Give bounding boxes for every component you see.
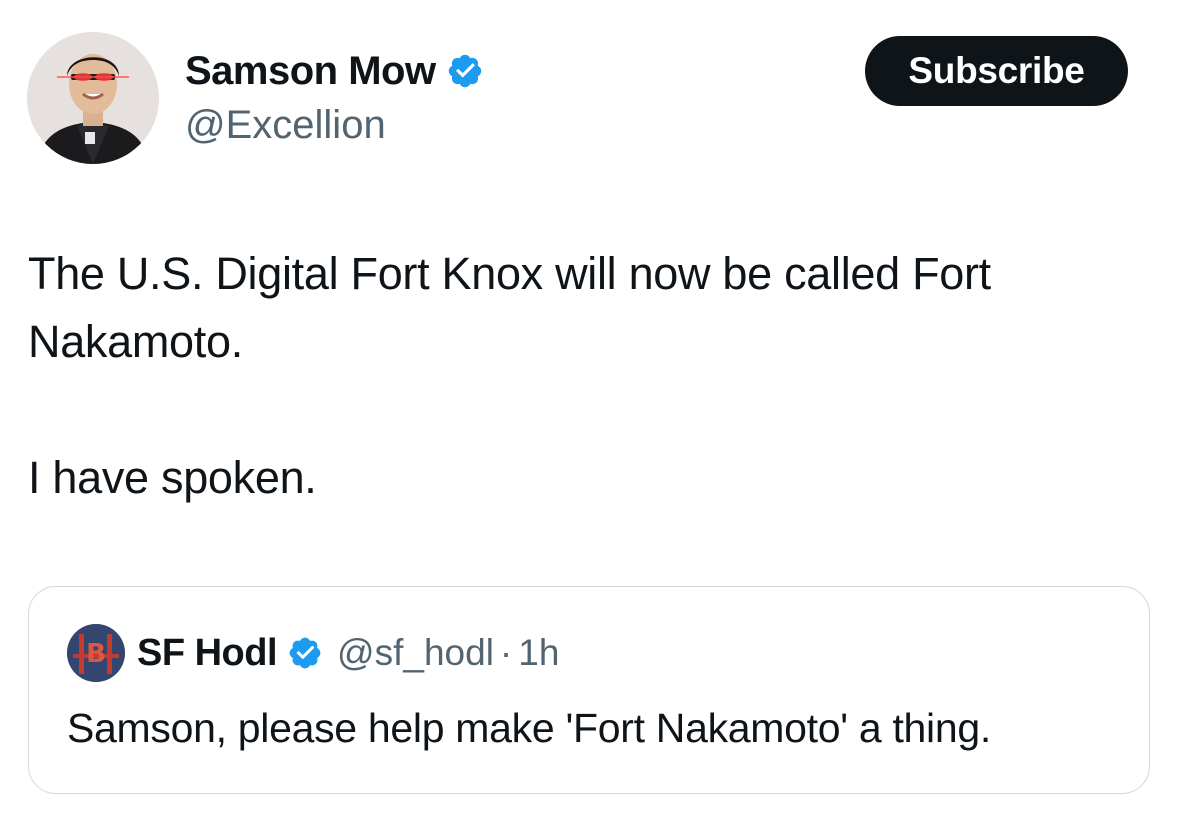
quoted-author-name[interactable]: SF Hodl <box>137 632 278 675</box>
tweet-container: Samson Mow @Excellion Subscribe The U.S.… <box>0 0 1179 836</box>
subscribe-button[interactable]: Subscribe <box>865 36 1128 106</box>
tweet-text-line: Nakamoto. <box>28 316 243 367</box>
quoted-tweet-timestamp[interactable]: 1h <box>518 632 559 674</box>
author-display-name[interactable]: Samson Mow <box>185 48 436 94</box>
tweet-text-line: I have spoken. <box>28 452 317 503</box>
quoted-author-handle[interactable]: @sf_hodl <box>337 632 494 674</box>
author-name-row: Samson Mow <box>185 48 484 94</box>
svg-text:B: B <box>86 639 106 669</box>
quoted-author-avatar[interactable]: B <box>67 624 125 682</box>
tweet-body: The U.S. Digital Fort Knox will now be c… <box>28 240 1158 512</box>
tweet-text-line: The U.S. Digital Fort Knox will now be c… <box>28 248 991 299</box>
author-avatar[interactable] <box>27 32 159 164</box>
verified-badge-icon <box>289 637 321 669</box>
quoted-tweet-card[interactable]: B SF Hodl @sf_hodl · 1h Samson, please h… <box>28 586 1150 794</box>
author-handle[interactable]: @Excellion <box>185 102 386 148</box>
verified-badge-icon[interactable] <box>446 52 484 90</box>
quoted-tweet-header: SF Hodl @sf_hodl · 1h <box>137 631 559 675</box>
quoted-tweet-text: Samson, please help make 'Fort Nakamoto'… <box>67 705 991 751</box>
separator-dot: · <box>499 632 513 673</box>
